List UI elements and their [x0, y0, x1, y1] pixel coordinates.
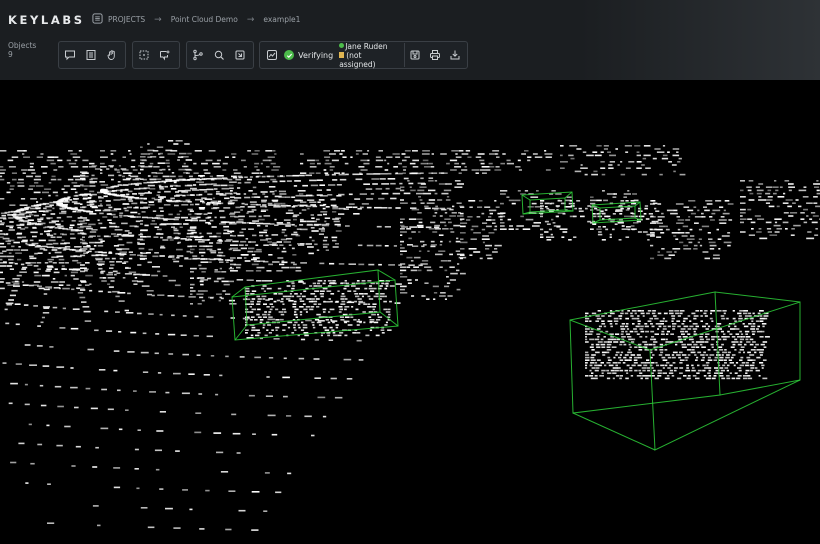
arrow-right-icon: → — [246, 14, 255, 25]
status-label: Verifying — [298, 50, 334, 60]
comment-add-icon[interactable] — [154, 43, 175, 67]
objects-label: Objects — [8, 41, 37, 50]
search-refresh-icon[interactable] — [208, 43, 229, 67]
hand-icon[interactable] — [101, 43, 122, 67]
select-box-icon[interactable] — [133, 43, 154, 67]
assignee-secondary: (not assigned) — [339, 50, 376, 69]
list-icon[interactable] — [80, 43, 101, 67]
point-cloud-viewport[interactable] — [0, 80, 820, 540]
arrow-right-icon: → — [154, 14, 162, 25]
projects-icon[interactable] — [92, 13, 103, 26]
assignee-info[interactable]: Jane Ruden (not assigned) — [339, 41, 405, 69]
print-icon[interactable] — [425, 43, 445, 67]
toolbar-group-view — [58, 41, 126, 69]
download-icon[interactable] — [445, 43, 465, 67]
topbar-shade — [580, 0, 820, 80]
stats-icon[interactable] — [262, 43, 282, 67]
toolbar-group-status: Verifying Jane Ruden (not assigned) — [259, 41, 468, 69]
branch-icon[interactable] — [187, 43, 208, 67]
online-dot-icon — [339, 42, 345, 48]
toolbar-group-tools — [186, 41, 254, 69]
file-icon — [339, 51, 345, 58]
comment-icon[interactable] — [59, 43, 80, 67]
check-icon — [284, 50, 295, 60]
objects-counter[interactable]: Objects 9 — [8, 41, 36, 59]
objects-count: 9 — [8, 50, 13, 59]
point-cloud-canvas[interactable] — [0, 80, 820, 540]
breadcrumb: PROJECTS → Point Cloud Demo → example1 — [92, 13, 300, 26]
breadcrumb-item: example1 — [263, 15, 301, 24]
app-logo[interactable]: KEYLABS — [8, 13, 85, 27]
status-badge[interactable]: Verifying — [282, 43, 339, 67]
breadcrumb-project[interactable]: Point Cloud Demo — [171, 15, 238, 24]
assignee-name: Jane Ruden — [345, 41, 388, 51]
breadcrumb-projects[interactable]: PROJECTS — [108, 15, 145, 24]
top-bar: KEYLABS PROJECTS → Point Cloud Demo → ex… — [0, 0, 820, 80]
toolbar-group-select — [132, 41, 180, 69]
crop-icon[interactable] — [229, 43, 250, 67]
save-icon[interactable] — [405, 43, 425, 67]
